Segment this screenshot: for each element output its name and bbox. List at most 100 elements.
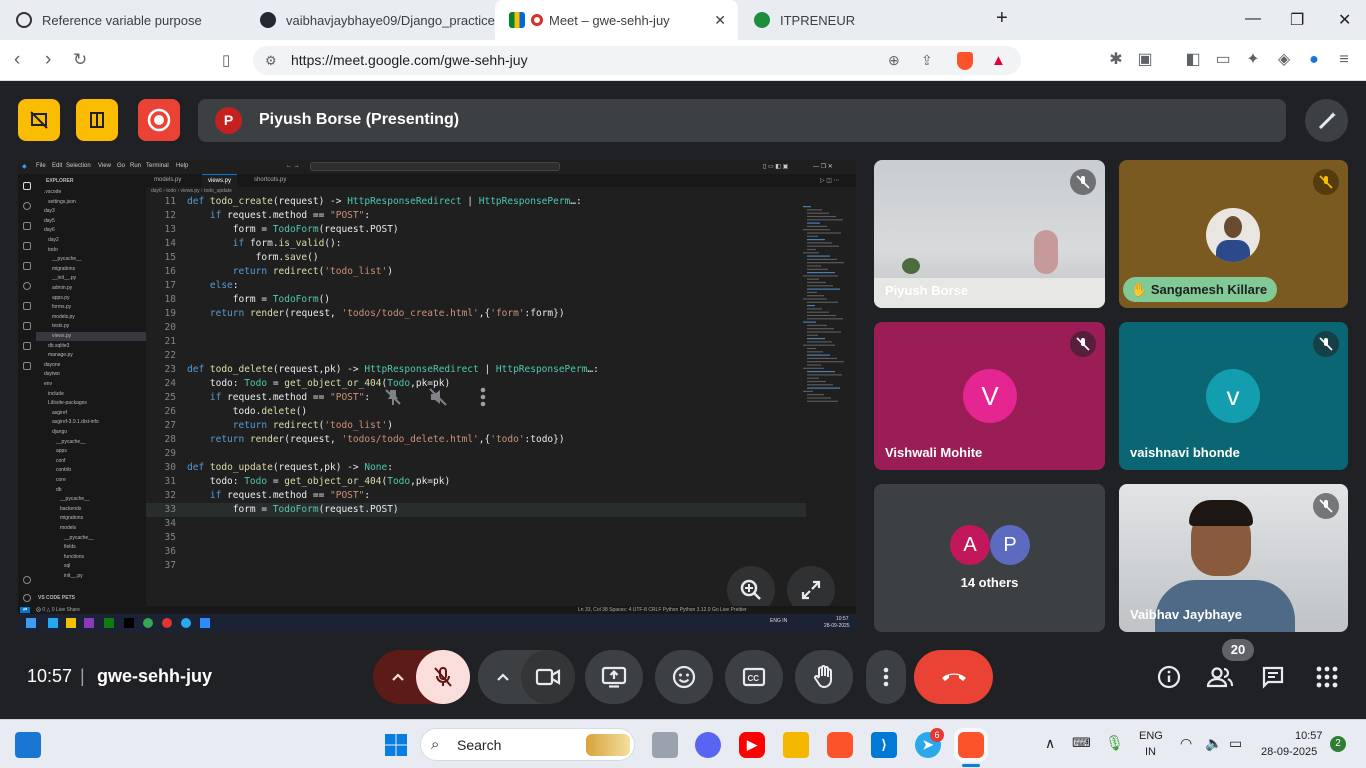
raise-hand-button[interactable] [795,650,853,704]
vscode-icon[interactable]: ⟩ [871,732,897,758]
camera-toggle-button[interactable] [521,650,575,704]
battery-icon[interactable]: ▭ [1229,735,1242,752]
bookmark-icon[interactable]: ▯ [222,51,230,69]
captions-button[interactable]: CC [725,650,783,704]
others-tile[interactable]: A P 14 others [874,484,1105,632]
task-view-icon[interactable] [652,732,678,758]
activities-button[interactable] [1313,663,1341,691]
explorer-file-item: core [56,477,66,483]
mic-off-icon [1313,493,1339,519]
share-icon[interactable]: ⇪ [921,46,933,75]
participant-tile[interactable]: Piyush Borse [874,160,1105,308]
back-icon[interactable]: ‹ [14,49,20,71]
participant-tile[interactable]: ✋ Sangamesh Killare [1119,160,1348,308]
widgets-icon[interactable] [15,732,41,758]
sidebar-icon[interactable]: ◧ [1183,50,1203,70]
keyboard-icon[interactable]: ⌨ [1072,735,1091,751]
brave-icon[interactable] [827,732,853,758]
browser-tab-meet[interactable]: Meet – gwe-sehh-juy ✕ [495,0,738,40]
minimap-line [807,209,822,211]
youtube-icon[interactable]: ▶ [739,732,765,758]
reader-icon[interactable]: ▣ [1135,50,1155,70]
start-button[interactable] [383,732,409,758]
participant-tile[interactable]: v vaishnavi bhonde [1119,322,1348,470]
database-icon [23,362,31,370]
shared-chrome-icon [143,618,153,628]
browser-tab-reference[interactable]: Reference variable purpose [2,0,246,40]
tray-overflow-icon[interactable]: ∧ [1045,735,1055,752]
raised-hand-icon: ✋ [1131,282,1148,297]
microphone-icon[interactable]: 🎙 [1105,734,1124,752]
wifi-icon[interactable]: ◠ [1180,735,1192,752]
leave-call-button[interactable] [914,650,993,704]
participant-tile[interactable]: Vaibhav Jaybhaye [1119,484,1348,632]
layout-button[interactable] [76,99,118,141]
new-tab-icon[interactable]: + [996,7,1008,30]
line-number: 36 [164,546,176,557]
reload-icon[interactable]: ↻ [73,50,87,70]
line-number: 12 [164,210,176,221]
chat-button[interactable] [1259,663,1287,691]
wallet-icon[interactable]: ▭ [1213,50,1233,70]
mute-for-everyone-icon[interactable] [423,382,453,412]
close-window-icon[interactable]: ✕ [1338,10,1351,30]
vpn-icon[interactable]: ◈ [1274,50,1294,70]
minimap-line [807,400,838,402]
language-label[interactable]: ENG [1139,730,1163,742]
meeting-details-button[interactable] [1155,663,1183,691]
more-options-icon[interactable] [468,382,498,412]
minimize-icon[interactable]: — [1245,10,1261,28]
camera-group [478,650,575,704]
mic-toggle-button[interactable] [416,650,470,704]
brave-rewards-icon[interactable]: ▲ [991,46,1006,75]
discord-icon[interactable] [695,732,721,758]
restore-icon[interactable]: ❐ [1290,10,1304,30]
hide-presentation-button[interactable] [18,99,60,141]
people-button[interactable] [1206,663,1234,691]
mic-off-icon [434,667,452,687]
vscode-command-search [310,162,560,171]
notification-badge[interactable]: 2 [1330,736,1346,752]
recording-button[interactable] [138,99,180,141]
browser-tab-itpreneur[interactable]: ITPRENEUR [740,0,986,40]
extensions-icon[interactable]: ✱ [1106,50,1126,70]
participant-tile[interactable]: V Vishwali Mohite [874,322,1105,470]
brave-active-icon[interactable] [958,732,984,758]
more-options-button[interactable] [866,650,906,704]
present-button[interactable] [585,650,643,704]
volume-icon[interactable]: 🔈 [1205,735,1222,752]
hand-raised-chip: ✋ Sangamesh Killare [1123,277,1278,302]
annotate-button[interactable] [1305,99,1348,142]
zoom-icon[interactable]: ⊕ [888,46,900,75]
browser-tab-github[interactable]: vaibhavjaybhaye09/Django_practice [246,0,495,40]
brave-shields-icon[interactable] [957,52,973,70]
taskbar-time[interactable]: 10:57 [1295,730,1323,742]
minimap-line [807,371,835,373]
code-line: 27 return redirect('todo_list') [146,419,806,433]
present-screen-icon [601,666,627,688]
minimap-line [807,314,836,317]
code-line: 21 [146,335,806,349]
chevron-up-icon [497,673,509,681]
account-icon [23,576,31,584]
menu-icon[interactable]: ≡ [1334,50,1354,70]
minimap-line [807,341,832,343]
taskbar-search[interactable]: ⌕ Search [420,728,635,761]
explorer-file-item: tests.py [52,323,70,330]
reactions-button[interactable] [655,650,713,704]
minimap-line [807,387,840,389]
zoom-in-icon [740,579,761,600]
explorer-file-item: dayone [44,361,61,368]
address-input[interactable]: ⚙ https://meet.google.com/gwe-sehh-juy ⊕… [253,46,1021,75]
forward-icon[interactable]: › [45,49,51,71]
minimap-line [803,298,827,300]
line-number: 26 [164,406,176,417]
pin-off-icon[interactable] [378,382,408,412]
editor-run-icons: ▷ ◫ ⋯ [820,178,840,184]
file-explorer-icon[interactable] [783,732,809,758]
leo-icon[interactable]: ✦ [1243,50,1263,70]
profile-icon[interactable]: ● [1304,50,1324,70]
site-settings-icon[interactable]: ⚙ [265,46,277,75]
close-tab-icon[interactable]: ✕ [714,12,726,29]
separator: | [80,666,85,686]
